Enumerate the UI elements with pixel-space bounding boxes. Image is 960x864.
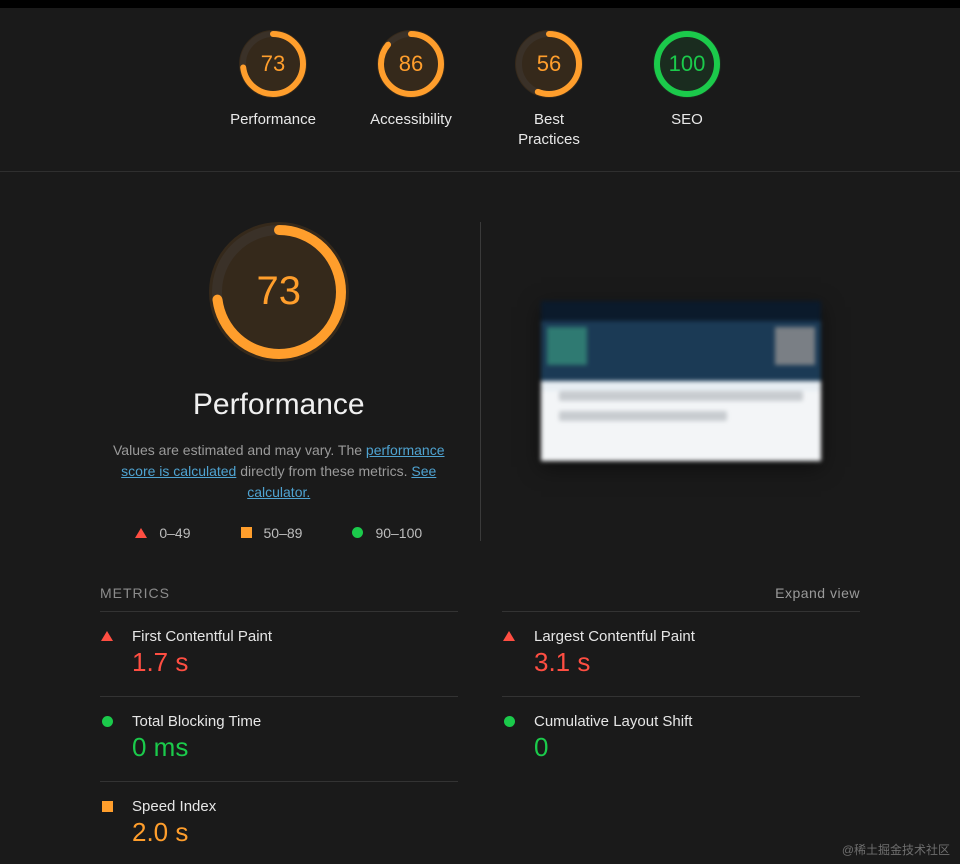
sq-orange-icon	[241, 527, 252, 538]
gauge-label: Accessibility	[370, 110, 452, 130]
watermark: @稀土掘金技术社区	[842, 841, 950, 858]
legend-text: 90–100	[375, 525, 422, 541]
window-topbar	[0, 0, 960, 8]
hero-desc-prefix: Values are estimated and may vary. The	[113, 442, 366, 458]
hero-right-panel	[503, 222, 861, 541]
category-gauge-seo[interactable]: 100 SEO	[637, 30, 737, 151]
dot-green-icon	[102, 716, 113, 727]
metric-value: 2.0 s	[132, 817, 458, 848]
metric-row[interactable]: First Contentful Paint 1.7 s	[100, 611, 458, 696]
dot-green-icon	[504, 716, 515, 727]
dot-green-icon	[352, 527, 363, 538]
score-legend: 0–49 50–89 90–100	[135, 525, 422, 541]
legend-text: 50–89	[264, 525, 303, 541]
metric-name: Speed Index	[132, 798, 458, 815]
hero-left-panel: 73 Performance Values are estimated and …	[100, 222, 481, 541]
metric-value: 0	[534, 732, 860, 763]
metric-name: Largest Contentful Paint	[534, 628, 860, 645]
square-orange-icon	[102, 801, 113, 812]
legend-item: 90–100	[352, 525, 422, 541]
category-gauge-accessibility[interactable]: 86 Accessibility	[361, 30, 461, 151]
legend-item: 0–49	[135, 525, 190, 541]
triangle-red-icon	[503, 631, 515, 641]
metric-name: Cumulative Layout Shift	[534, 713, 860, 730]
metric-row[interactable]: Cumulative Layout Shift 0	[502, 696, 860, 781]
metric-value: 1.7 s	[132, 647, 458, 678]
gauge-label: SEO	[671, 110, 703, 130]
page-screenshot-thumbnail	[541, 301, 821, 461]
hero-description: Values are estimated and may vary. The p…	[100, 440, 458, 503]
category-header: 73 Performance 86 Accessibility 56 BestP…	[0, 8, 960, 172]
category-gauge-performance[interactable]: 73 Performance	[223, 30, 323, 151]
gauge-label: Performance	[230, 110, 316, 130]
metrics-title: METRICS	[100, 585, 170, 601]
category-gauge-best-practices[interactable]: 56 BestPractices	[499, 30, 599, 151]
legend-text: 0–49	[159, 525, 190, 541]
legend-item: 50–89	[241, 525, 303, 541]
triangle-red-icon	[101, 631, 113, 641]
performance-hero: 73 Performance Values are estimated and …	[100, 222, 860, 541]
main-content: 73 Performance Values are estimated and …	[0, 172, 960, 864]
metric-value: 0 ms	[132, 732, 458, 763]
metrics-header: METRICS Expand view	[100, 585, 860, 601]
metric-row[interactable]: Total Blocking Time 0 ms	[100, 696, 458, 781]
metric-name: First Contentful Paint	[132, 628, 458, 645]
hero-desc-mid: directly from these metrics.	[240, 463, 411, 479]
performance-big-gauge: 73	[209, 222, 349, 362]
expand-view-button[interactable]: Expand view	[775, 585, 860, 601]
metric-name: Total Blocking Time	[132, 713, 458, 730]
metric-row[interactable]: Speed Index 2.0 s	[100, 781, 458, 864]
hero-title: Performance	[193, 388, 365, 422]
tri-red-icon	[135, 528, 147, 538]
metrics-grid: First Contentful Paint 1.7 s Largest Con…	[100, 611, 860, 864]
metric-value: 3.1 s	[534, 647, 860, 678]
gauge-label: BestPractices	[518, 110, 580, 151]
metric-row[interactable]: Largest Contentful Paint 3.1 s	[502, 611, 860, 696]
